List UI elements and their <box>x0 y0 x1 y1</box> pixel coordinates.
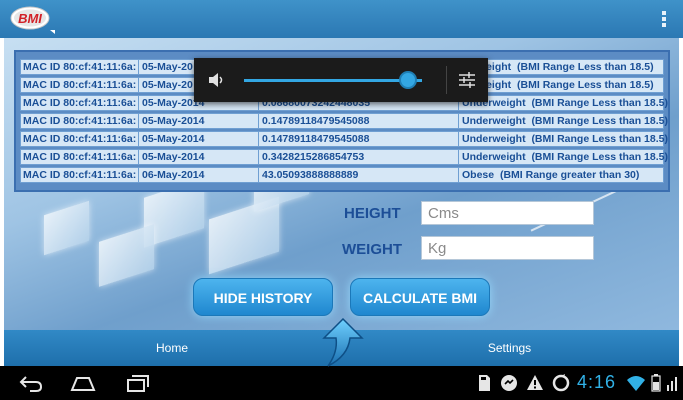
table-row[interactable]: MAC ID 80:cf:41:11:6a: 05-May-2014 0.147… <box>20 113 668 129</box>
sd-card-icon <box>479 375 490 391</box>
hide-history-button[interactable]: HIDE HISTORY <box>193 278 333 316</box>
battery-icon <box>651 374 661 392</box>
warning-icon <box>527 375 543 390</box>
weight-label: WEIGHT <box>342 241 402 258</box>
height-label: HEIGHT <box>344 205 401 222</box>
overflow-menu-icon[interactable] <box>661 11 667 27</box>
up-arrow-icon <box>322 318 364 367</box>
bg-tile <box>99 224 154 287</box>
home-icon[interactable] <box>70 373 96 393</box>
table-row[interactable]: MAC ID 80:cf:41:11:6a: 06-May-2014 43.05… <box>20 167 664 183</box>
back-icon[interactable] <box>18 373 44 393</box>
system-nav-bar: 4:16 <box>0 366 683 400</box>
wifi-icon <box>627 376 645 391</box>
app-bar: BMI <box>0 0 683 38</box>
height-input[interactable] <box>421 201 594 225</box>
speaker-icon[interactable] <box>208 72 226 88</box>
table-row[interactable]: MAC ID 80:cf:41:11:6a: 05-May-2014 0.342… <box>20 149 668 165</box>
calculate-bmi-button[interactable]: CALCULATE BMI <box>350 278 490 316</box>
tab-settings[interactable]: Settings <box>340 330 679 366</box>
status-clock: 4:16 <box>577 372 617 392</box>
messenger-icon <box>501 375 517 391</box>
bg-tile <box>44 200 89 256</box>
weight-input[interactable] <box>421 236 594 260</box>
volume-slider-handle[interactable] <box>398 71 417 89</box>
logo-text: BMI <box>18 11 42 26</box>
sync-icon <box>552 374 570 392</box>
table-row[interactable]: MAC ID 80:cf:41:11:6a: 05-May-2014 0.147… <box>20 131 668 147</box>
signal-icon <box>667 377 677 391</box>
volume-slider-track[interactable] <box>244 79 422 82</box>
bmi-logo[interactable]: BMI <box>8 4 56 34</box>
volume-divider <box>446 66 447 94</box>
volume-panel[interactable] <box>194 58 488 102</box>
tab-home[interactable]: Home <box>4 330 340 366</box>
bg-tile <box>209 196 279 275</box>
recent-apps-icon[interactable] <box>125 373 151 393</box>
sliders-icon[interactable] <box>458 71 476 89</box>
